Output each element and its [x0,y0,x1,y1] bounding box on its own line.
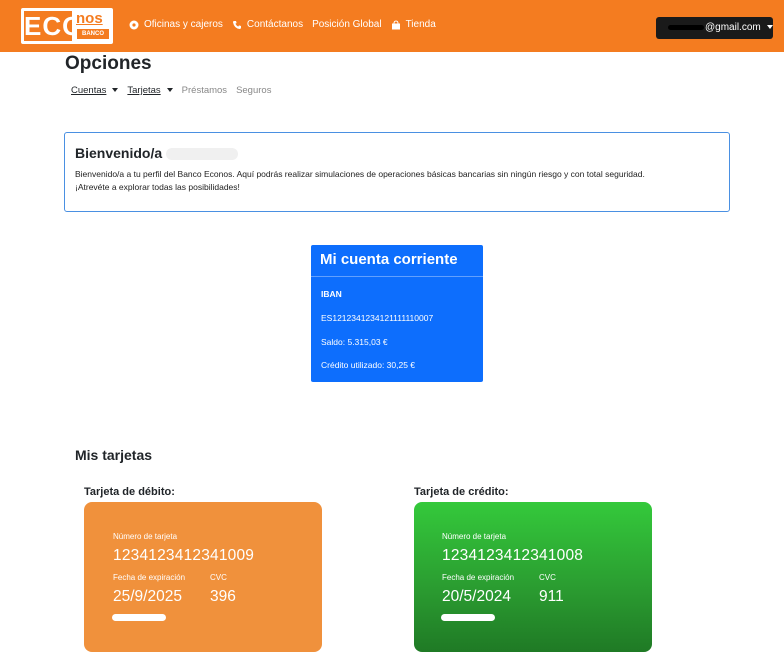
current-account-card[interactable]: Mi cuenta corriente IBAN ES1212341234121… [311,245,483,382]
chevron-down-icon [166,88,173,93]
credit-card[interactable]: Número de tarjeta 1234123412341008 Fecha… [414,502,652,652]
subnav-seguros[interactable]: Seguros [236,85,271,96]
redacted-email [668,24,704,30]
my-cards-title: Mis tarjetas [75,447,153,463]
credit-expiry: 20/5/2024 [442,588,511,605]
location-icon [129,20,139,29]
credit-expiry-label: Fecha de expiración [442,573,515,582]
main-nav: Oficinas y cajeros Contáctanos Posición … [129,19,445,30]
balance-text: Saldo: 5.315,03 € [321,337,388,347]
shopping-bag-icon [391,19,400,29]
welcome-panel: Bienvenido/a Bienvenido/a a tu perfil de… [64,132,730,212]
logo-banco-text: BANCO [77,29,109,39]
top-navbar: ECO nos BANCO Oficinas y cajeros Contáct… [0,0,784,52]
nav-contact[interactable]: Contáctanos [232,19,303,30]
debit-card[interactable]: Número de tarjeta 1234123412341009 Fecha… [84,502,322,652]
debit-card-label: Tarjeta de débito: [84,486,175,498]
phone-icon [232,20,241,29]
chevron-down-icon [766,25,773,30]
account-email-label: @gmail.com [705,22,761,33]
credit-card-label: Tarjeta de crédito: [414,486,509,498]
logo-eco-text: ECO [24,11,84,41]
page-title: Opciones [65,53,152,74]
redacted-cardholder-name [112,614,166,621]
debit-cvc: 396 [210,588,236,605]
subnav-tarjetas-label: Tarjetas [127,85,161,96]
logo-nos-text: nos [76,10,103,27]
redacted-cardholder-name [441,614,495,621]
welcome-text: Bienvenido/a a tu perfil del Banco Econo… [75,169,645,179]
credit-number-label: Número de tarjeta [442,532,507,541]
welcome-text-2: ¡Atrevéte a explorar todas las posibilid… [75,182,240,192]
nav-contact-label: Contáctanos [246,19,304,30]
iban-label: IBAN [321,289,342,299]
credit-cvc-label: CVC [539,573,556,582]
nav-global-position[interactable]: Posición Global [312,19,381,30]
credit-number: 1234123412341008 [442,547,584,564]
nav-offices-atms[interactable]: Oficinas y cajeros [129,19,223,30]
nav-store-label: Tienda [405,19,436,30]
nav-offices-label: Oficinas y cajeros [144,19,223,30]
debit-number: 1234123412341009 [113,547,255,564]
nav-store[interactable]: Tienda [391,19,436,30]
welcome-heading-text: Bienvenido/a [75,145,163,161]
subnav-prestamos[interactable]: Préstamos [182,85,227,96]
iban-value: ES1212341234121111110007 [321,313,434,323]
econos-logo[interactable]: ECO nos BANCO [21,8,113,44]
welcome-heading: Bienvenido/a [75,145,719,161]
debit-cvc-label: CVC [210,573,227,582]
subnav-cuentas-label: Cuentas [71,85,107,96]
chevron-down-icon [112,88,119,93]
debit-expiry: 25/9/2025 [113,588,182,605]
debit-number-label: Número de tarjeta [113,532,178,541]
subnav-tarjetas-dropdown[interactable]: Tarjetas [127,85,173,96]
credit-cvc: 911 [539,588,564,605]
subnav-cuentas-dropdown[interactable]: Cuentas [71,85,119,96]
credit-used-text: Crédito utilizado: 30,25 € [321,360,416,370]
nav-global-position-label: Posición Global [312,19,382,30]
options-subnav: Cuentas Tarjetas Préstamos Seguros [71,85,280,96]
debit-expiry-label: Fecha de expiración [113,573,186,582]
account-dropdown-button[interactable]: @gmail.com [656,17,773,39]
current-account-title: Mi cuenta corriente [311,245,483,277]
blurred-username [166,148,239,160]
